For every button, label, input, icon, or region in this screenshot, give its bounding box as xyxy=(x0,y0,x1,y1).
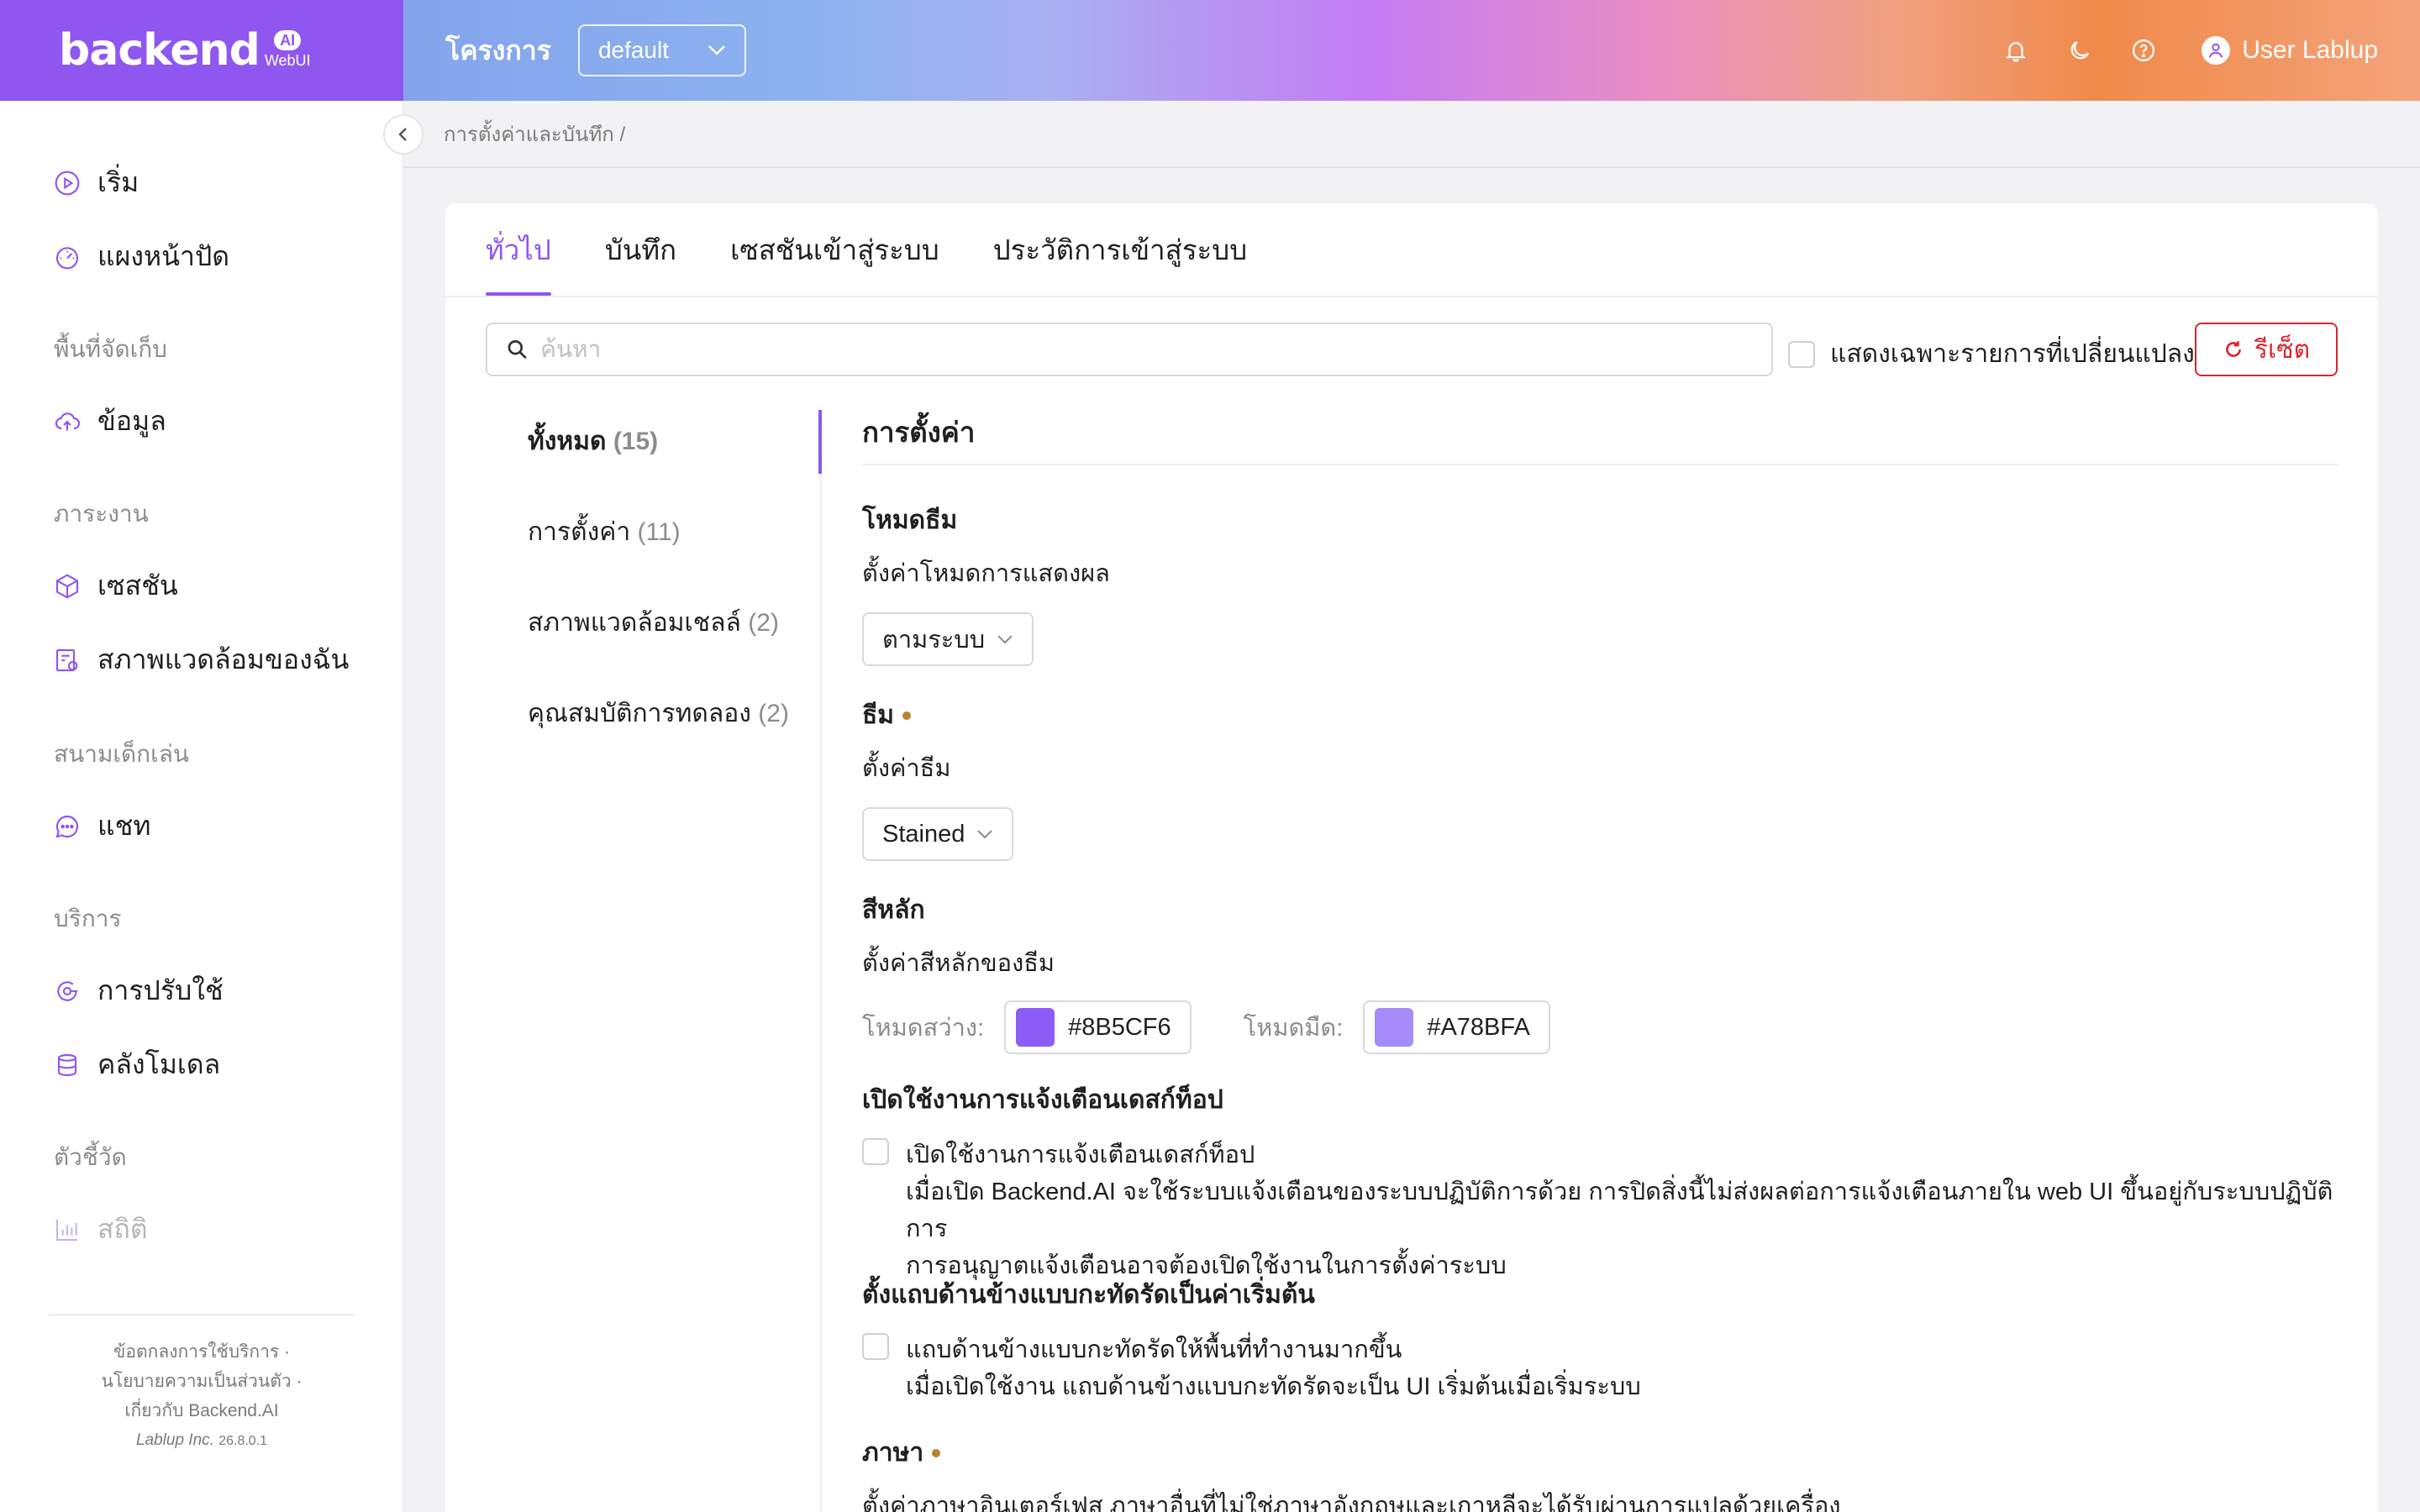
bar-chart-icon xyxy=(55,1219,77,1241)
desktop-notification-checkbox[interactable] xyxy=(862,1138,889,1165)
reset-button[interactable]: รีเซ็ต xyxy=(2195,323,2338,376)
sidebar-group-metrics: ตัวชี้วัด xyxy=(54,1144,127,1170)
settings-card: ทั่วไป บันทึก เซสชันเข้าสู่ระบบ ประวัติก… xyxy=(445,203,2378,1512)
category-preferences[interactable]: การตั้งค่า (11) xyxy=(528,512,681,552)
dark-color-swatch xyxy=(1375,1008,1414,1047)
setting-language: ภาษา ตั้งค่าภาษาอินเตอร์เฟส ภาษาอื่นที่ไ… xyxy=(862,1439,1841,1512)
logo-webui: WebUI xyxy=(264,51,311,69)
sidebar-item-dashboard[interactable]: แผงหน้าปัด xyxy=(54,235,229,278)
version-number: 26.8.0.1 xyxy=(218,1434,268,1448)
project-label: โครงการ xyxy=(445,34,551,66)
help-icon[interactable] xyxy=(2129,36,2158,65)
sidebar-item-chat[interactable]: แชท xyxy=(54,805,150,848)
user-menu[interactable]: User Lablup xyxy=(2202,36,2378,65)
changed-only-toggle[interactable]: แสดงเฉพาะรายการที่เปลี่ยนแปลง xyxy=(1788,334,2195,374)
sidebar-item-model-store[interactable]: คลังโมเดล xyxy=(54,1043,220,1086)
light-color-picker[interactable]: #8B5CF6 xyxy=(1004,1000,1192,1054)
project-select-value: default xyxy=(597,37,670,63)
chevron-down-icon xyxy=(977,830,993,839)
setting-desktop-notification: เปิดใช้งานการแจ้งเตือนเดสก์ท็อป เปิดใช้ง… xyxy=(862,1086,2333,1279)
tab-general[interactable]: ทั่วไป xyxy=(486,203,551,296)
sidebar-item-start[interactable]: เริ่ม xyxy=(54,161,139,204)
changed-only-checkbox[interactable] xyxy=(1788,340,1815,368)
reset-icon xyxy=(2226,341,2241,357)
dashboard-icon xyxy=(55,246,79,269)
section-title: การตั้งค่า xyxy=(862,417,976,448)
tab-login-sessions[interactable]: เซสชันเข้าสู่ระบบ xyxy=(730,203,939,296)
setting-theme-mode: โหมดธีม ตั้งค่าโหมดการแสดงผล ตามระบบ xyxy=(862,501,1110,666)
theme-select[interactable]: Stained xyxy=(862,807,1014,861)
modified-dot xyxy=(902,711,912,720)
category-active-indicator xyxy=(818,410,822,474)
chevron-left-icon xyxy=(398,128,407,141)
sidebar-footer: ข้อตกลงการใช้บริการ · นโยบายความเป็นส่วน… xyxy=(54,1337,350,1456)
setting-compact-sidebar: ตั้งแถบด้านข้างแบบกะทัดรัดเป็นค่าเริ่มต้… xyxy=(862,1281,1641,1400)
deploy-icon xyxy=(57,980,77,1001)
dark-color-picker[interactable]: #A78BFA xyxy=(1363,1000,1550,1054)
category-shell-environment[interactable]: สภาพแวดล้อมเชลล์ (2) xyxy=(528,603,779,643)
reset-label: รีเซ็ต xyxy=(2254,335,2311,364)
category-experimental-features[interactable]: คุณสมบัติการทดลอง (2) xyxy=(528,694,789,733)
sidebar-group-playground: สนามเด็กเล่น xyxy=(54,741,189,767)
sidebar-item-serving[interactable]: การปรับใช้ xyxy=(54,969,224,1012)
moon-icon[interactable] xyxy=(2065,36,2094,65)
modified-dot xyxy=(932,1448,941,1457)
privacy-link[interactable]: นโยบายความเป็นส่วนตัว · xyxy=(54,1367,350,1396)
project-select[interactable]: default xyxy=(577,24,746,76)
sidebar-item-session[interactable]: เซสชัน xyxy=(54,564,178,607)
sidebar-item-my-environments[interactable]: สภาพแวดล้อมของฉัน xyxy=(54,638,349,681)
search-input[interactable] xyxy=(540,336,1753,363)
user-name: User Lablup xyxy=(2242,36,2378,64)
sidebar-group-service: บริการ xyxy=(54,906,122,932)
sidebar-item-statistics[interactable]: สถิติ xyxy=(54,1208,148,1251)
logo[interactable]: backend AI WebUI xyxy=(0,0,403,101)
play-circle-icon xyxy=(55,171,80,195)
sidebar-collapse-button[interactable] xyxy=(383,114,424,155)
terms-link[interactable]: ข้อตกลงการใช้บริการ · xyxy=(54,1337,350,1367)
chat-icon xyxy=(55,815,79,838)
breadcrumb: การตั้งค่าและบันทึก / xyxy=(444,123,626,146)
tab-login-history[interactable]: ประวัติการเข้าสู่ระบบ xyxy=(993,203,1247,296)
setting-theme: ธีม ตั้งค่าธีม Stained xyxy=(862,696,1014,861)
search-icon xyxy=(508,339,527,360)
theme-mode-select[interactable]: ตามระบบ xyxy=(862,612,1034,666)
chevron-down-icon xyxy=(997,635,1013,644)
sidebar: เริ่ม แผงหน้าปัด พื้นที่จัดเก็บ ข้อมูล ภ… xyxy=(0,101,403,1512)
about-link[interactable]: เกี่ยวกับ Backend.AI xyxy=(54,1396,350,1425)
breadcrumb-divider xyxy=(403,166,2420,168)
logo-text: backend xyxy=(59,25,260,76)
tab-logs[interactable]: บันทึก xyxy=(605,203,676,296)
changed-only-label: แสดงเฉพาะรายการที่เปลี่ยนแปลง xyxy=(1830,340,2195,368)
chevron-down-icon xyxy=(708,45,725,55)
cube-icon xyxy=(55,573,79,599)
sidebar-group-workload: ภาระงาน xyxy=(54,501,149,527)
cloud-upload-icon xyxy=(55,412,81,431)
company-name: Lablup Inc. xyxy=(135,1431,214,1449)
top-header: backend AI WebUI โครงการ default User La… xyxy=(0,0,2420,101)
setting-primary-color: สีหลัก ตั้งค่าสีหลักของธีม โหมดสว่าง: #8… xyxy=(862,890,1550,1054)
database-icon xyxy=(57,1053,77,1076)
sidebar-divider xyxy=(49,1314,355,1315)
sidebar-item-data[interactable]: ข้อมูล xyxy=(54,400,166,443)
logo-ai-badge: AI xyxy=(274,29,302,50)
tab-bar: ทั่วไป บันทึก เซสชันเข้าสู่ระบบ ประวัติก… xyxy=(486,203,1247,296)
category-all[interactable]: ทั้งหมด (15) xyxy=(528,422,658,461)
compact-sidebar-checkbox[interactable] xyxy=(862,1333,889,1360)
user-avatar-icon xyxy=(2202,36,2231,65)
sidebar-group-storage: พื้นที่จัดเก็บ xyxy=(54,336,167,362)
light-color-swatch xyxy=(1016,1008,1055,1047)
bell-icon[interactable] xyxy=(2002,36,2030,65)
environment-icon xyxy=(55,648,78,671)
search-field[interactable] xyxy=(486,323,1773,376)
